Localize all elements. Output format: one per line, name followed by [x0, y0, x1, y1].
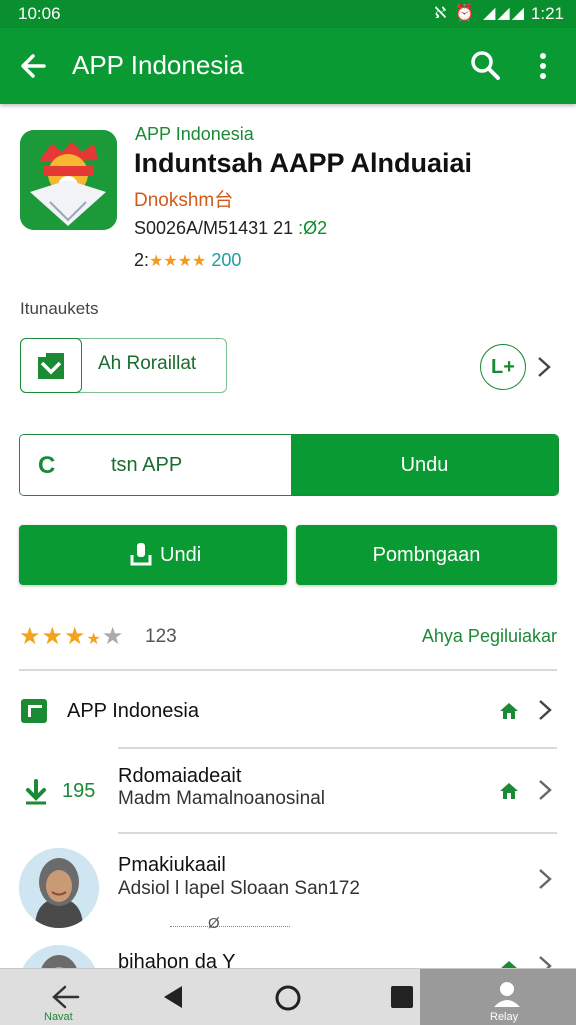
download-icon — [22, 778, 50, 806]
rating-stars-icon: ★★★★ — [149, 253, 207, 270]
segment-left-label: tsn APP — [111, 454, 183, 476]
install-chip-label: Ah Roraillat — [98, 353, 197, 374]
more-options-icon[interactable] — [530, 50, 556, 82]
status-bar: 10:06 ℵ ⏰ ◢◢◢ 1:21 — [0, 0, 576, 28]
dotted-divider — [170, 926, 290, 928]
divider — [19, 669, 557, 671]
list-item-title: APP Indonesia — [67, 700, 199, 722]
search-icon[interactable] — [468, 48, 502, 82]
install-chip[interactable]: Ah Roraillat — [20, 338, 227, 393]
nav-profile-label: Relay — [490, 1011, 519, 1023]
app-bar-title: APP Indonesia — [72, 50, 244, 80]
navigation-bar: Navat Relay — [0, 968, 576, 1025]
nav-triangle-back-icon[interactable] — [160, 983, 188, 1011]
chevron-right-icon[interactable] — [536, 699, 554, 721]
divider — [118, 832, 557, 834]
app-icon — [20, 130, 117, 230]
section-label: Itunaukets — [20, 299, 99, 318]
list-item-prefix: 195 — [62, 780, 96, 802]
compare-button[interactable]: Pombngaan — [296, 525, 557, 585]
nav-profile-tab[interactable]: Relay — [420, 969, 576, 1025]
download-icon — [130, 542, 152, 568]
badge-icon[interactable]: L+ — [480, 344, 526, 390]
rating-count: 200 — [211, 250, 242, 270]
star-filled-icon: ★★★ — [19, 623, 87, 650]
list-item-title: Pmakiukaail — [118, 854, 226, 876]
download-button-label: Undi — [160, 544, 202, 566]
app-subtitle: APP Indonesia — [135, 124, 254, 144]
divider — [118, 747, 557, 749]
segment-right[interactable]: Undu — [291, 435, 558, 495]
list-item-subtitle: Adsiol l lapel Sloaan San172 — [118, 878, 360, 899]
list-item-title: Rdomaiadeait — [118, 765, 242, 787]
app-code-suffix: :Ø2 — [298, 218, 328, 238]
chevron-right-icon[interactable] — [536, 868, 554, 890]
rating-stars[interactable]: ★★★★★ — [19, 622, 124, 651]
nav-recents-icon[interactable] — [390, 985, 414, 1009]
small-marker: Ø — [208, 915, 220, 932]
app-title: Induntsah AAPP Alnduaiai — [134, 148, 473, 178]
app-code-value: S0026A/M51431 21 — [134, 218, 294, 238]
nav-home-icon[interactable] — [273, 983, 303, 1013]
star-half-icon: ★ — [86, 631, 102, 648]
refresh-icon: C — [38, 452, 56, 479]
app-tag-icon — [20, 698, 48, 724]
profile-icon — [494, 982, 520, 1007]
status-icons: ℵ ⏰ ◢◢◢ — [434, 5, 526, 22]
segment-left[interactable]: C tsn APP — [20, 435, 291, 495]
compare-button-label: Pombngaan — [372, 544, 481, 566]
segment-right-label: Undu — [400, 454, 449, 476]
nav-back-button[interactable]: Navat — [40, 975, 92, 1023]
chevron-right-icon[interactable] — [535, 356, 553, 378]
status-clock: 1:21 — [530, 4, 564, 23]
home-icon — [498, 780, 520, 802]
app-code: S0026A/M51431 21 :Ø2 — [134, 218, 327, 239]
status-time: 10:06 — [18, 4, 61, 23]
avatar — [19, 848, 99, 928]
back-arrow-icon[interactable] — [18, 48, 50, 84]
rate-link[interactable]: Ahya Pegiluiakar — [422, 626, 557, 647]
segmented-control: C tsn APP Undu — [19, 434, 559, 496]
star-empty-icon: ★ — [101, 623, 125, 650]
rating-prefix: 2: — [134, 250, 150, 270]
app-bar: APP Indonesia — [0, 28, 576, 104]
chevron-right-icon[interactable] — [536, 779, 554, 801]
rating-value: 123 — [145, 626, 177, 647]
app-rating: 2:★★★★ 200 — [134, 250, 241, 271]
download-button[interactable]: Undi — [19, 525, 287, 585]
developer-name[interactable]: Dnokshm台 — [134, 185, 233, 212]
list-item-subtitle: Madm Mamalnoanosinal — [118, 788, 325, 809]
home-icon — [498, 700, 520, 722]
download-box-icon — [20, 338, 82, 393]
nav-back-label: Navat — [44, 1011, 73, 1023]
